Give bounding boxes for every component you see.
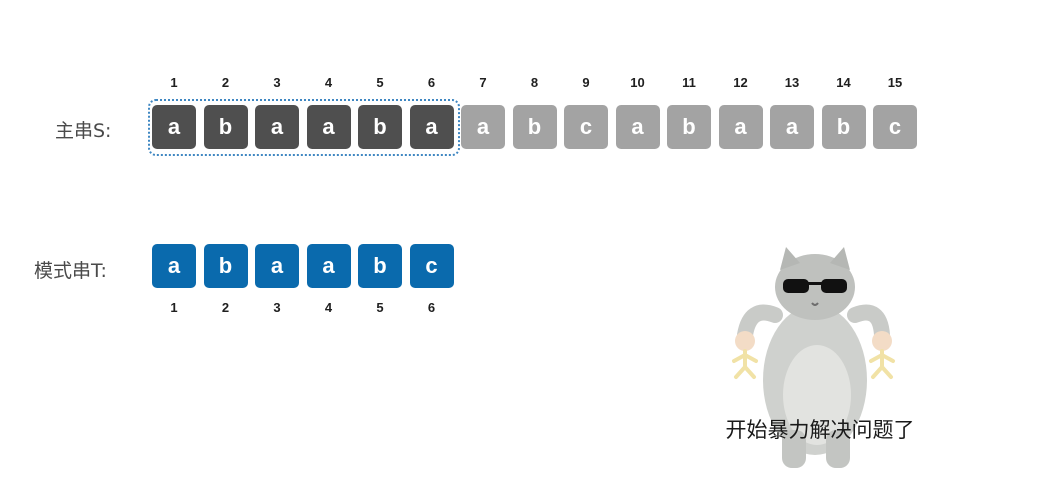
main-char-cell: a bbox=[255, 105, 299, 149]
pattern-index: 2 bbox=[221, 300, 230, 315]
main-char-cell: b bbox=[358, 105, 402, 149]
pattern-index: 3 bbox=[273, 300, 281, 315]
main-index: 1 bbox=[170, 75, 178, 90]
main-char-cell: a bbox=[770, 105, 814, 149]
main-index: 3 bbox=[273, 75, 281, 90]
main-index: 9 bbox=[582, 75, 590, 90]
pattern-index: 6 bbox=[427, 300, 436, 315]
pattern-char-cell: a bbox=[152, 244, 196, 288]
main-char-cell: b bbox=[203, 105, 248, 149]
main-index: 6 bbox=[427, 75, 436, 90]
main-char-cell: c bbox=[873, 105, 917, 149]
pattern-char-cell: b bbox=[358, 244, 402, 288]
diagram-canvas: 主串S: 1 2 3 4 5 6 7 8 9 10 11 12 13 14 15 abaabaabcabaa… bbox=[0, 0, 1052, 479]
main-index: 5 bbox=[376, 75, 384, 90]
pattern-char-cell: a bbox=[306, 244, 351, 288]
main-char-cell: b bbox=[667, 105, 711, 149]
main-index: 8 bbox=[530, 75, 539, 90]
main-index: 4 bbox=[324, 75, 333, 90]
main-char-cell: a bbox=[306, 105, 351, 149]
main-char-cell: b bbox=[821, 105, 866, 149]
pattern-string-label: 模式串T: bbox=[34, 260, 107, 282]
main-char-cell: a bbox=[409, 105, 454, 149]
main-index: 2 bbox=[221, 75, 230, 90]
main-index: 11 bbox=[682, 75, 696, 90]
main-index: 7 bbox=[479, 75, 487, 90]
meme-caption: 开始暴力解决问题了 bbox=[725, 418, 915, 442]
pattern-index: 1 bbox=[170, 300, 178, 315]
pattern-index: 5 bbox=[376, 300, 384, 315]
main-index: 14 bbox=[836, 75, 851, 90]
main-char-cell: a bbox=[718, 105, 763, 149]
main-char-cell: a bbox=[461, 105, 505, 149]
pattern-char-cell: a bbox=[255, 244, 299, 288]
main-char-cell: a bbox=[615, 105, 660, 149]
pattern-char-cell: c bbox=[409, 244, 454, 288]
main-index: 13 bbox=[784, 75, 800, 90]
main-index: 15 bbox=[887, 75, 903, 90]
pattern-index: 4 bbox=[324, 300, 333, 315]
pattern-char-cell: b bbox=[203, 244, 248, 288]
main-char-cell: a bbox=[152, 105, 196, 149]
main-index: 12 bbox=[733, 75, 748, 90]
main-string-label: 主串S: bbox=[55, 120, 112, 142]
main-char-cell: b bbox=[512, 105, 557, 149]
main-char-cell: c bbox=[564, 105, 608, 149]
main-index: 10 bbox=[630, 75, 645, 90]
